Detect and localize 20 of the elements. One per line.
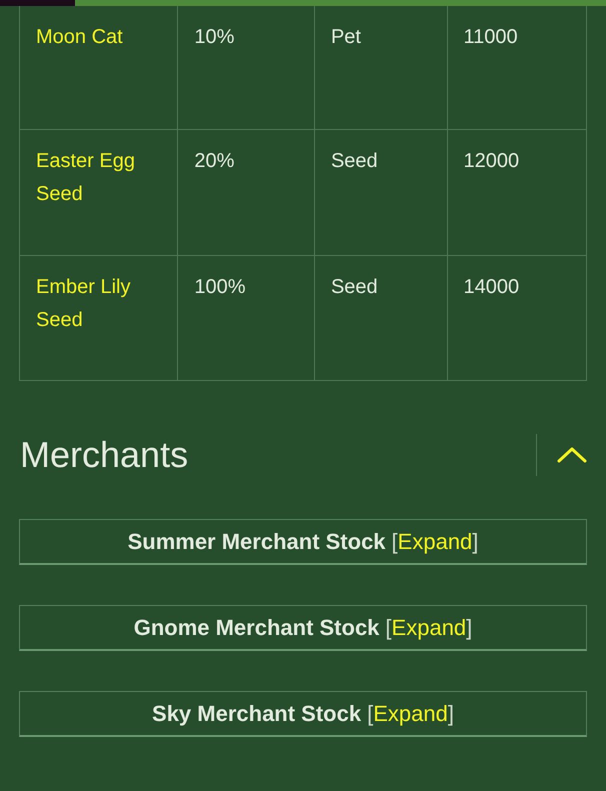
merchant-stock-title: Gnome Merchant Stock — [134, 614, 380, 642]
expand-link[interactable]: [Expand] — [392, 525, 478, 558]
table-cell: Seed — [314, 130, 448, 255]
table-cell: Pet — [314, 6, 448, 129]
merchant-stock-title: Sky Merchant Stock — [152, 700, 362, 728]
table-cell: Moon Cat — [20, 6, 178, 129]
table-cell: 10% — [178, 6, 315, 129]
table-cell-text: 12000 — [462, 149, 520, 174]
table-cell-text: 14000 — [462, 275, 520, 300]
expand-link[interactable]: [Expand] — [385, 611, 472, 644]
table-cell: 20% — [178, 130, 315, 255]
expand-link[interactable]: [Expand] — [367, 697, 454, 730]
collapse-button[interactable] — [536, 434, 587, 476]
table-cell: Ember Lily Seed — [20, 256, 178, 380]
table-cell: Seed — [314, 256, 448, 380]
merchant-stock-title: Summer Merchant Stock — [128, 528, 386, 556]
table-cell: 100% — [178, 256, 315, 380]
section-title: Merchants — [20, 433, 188, 477]
table-cell: Easter Egg Seed — [20, 130, 178, 255]
table-cell-text: 11000 — [462, 25, 519, 50]
